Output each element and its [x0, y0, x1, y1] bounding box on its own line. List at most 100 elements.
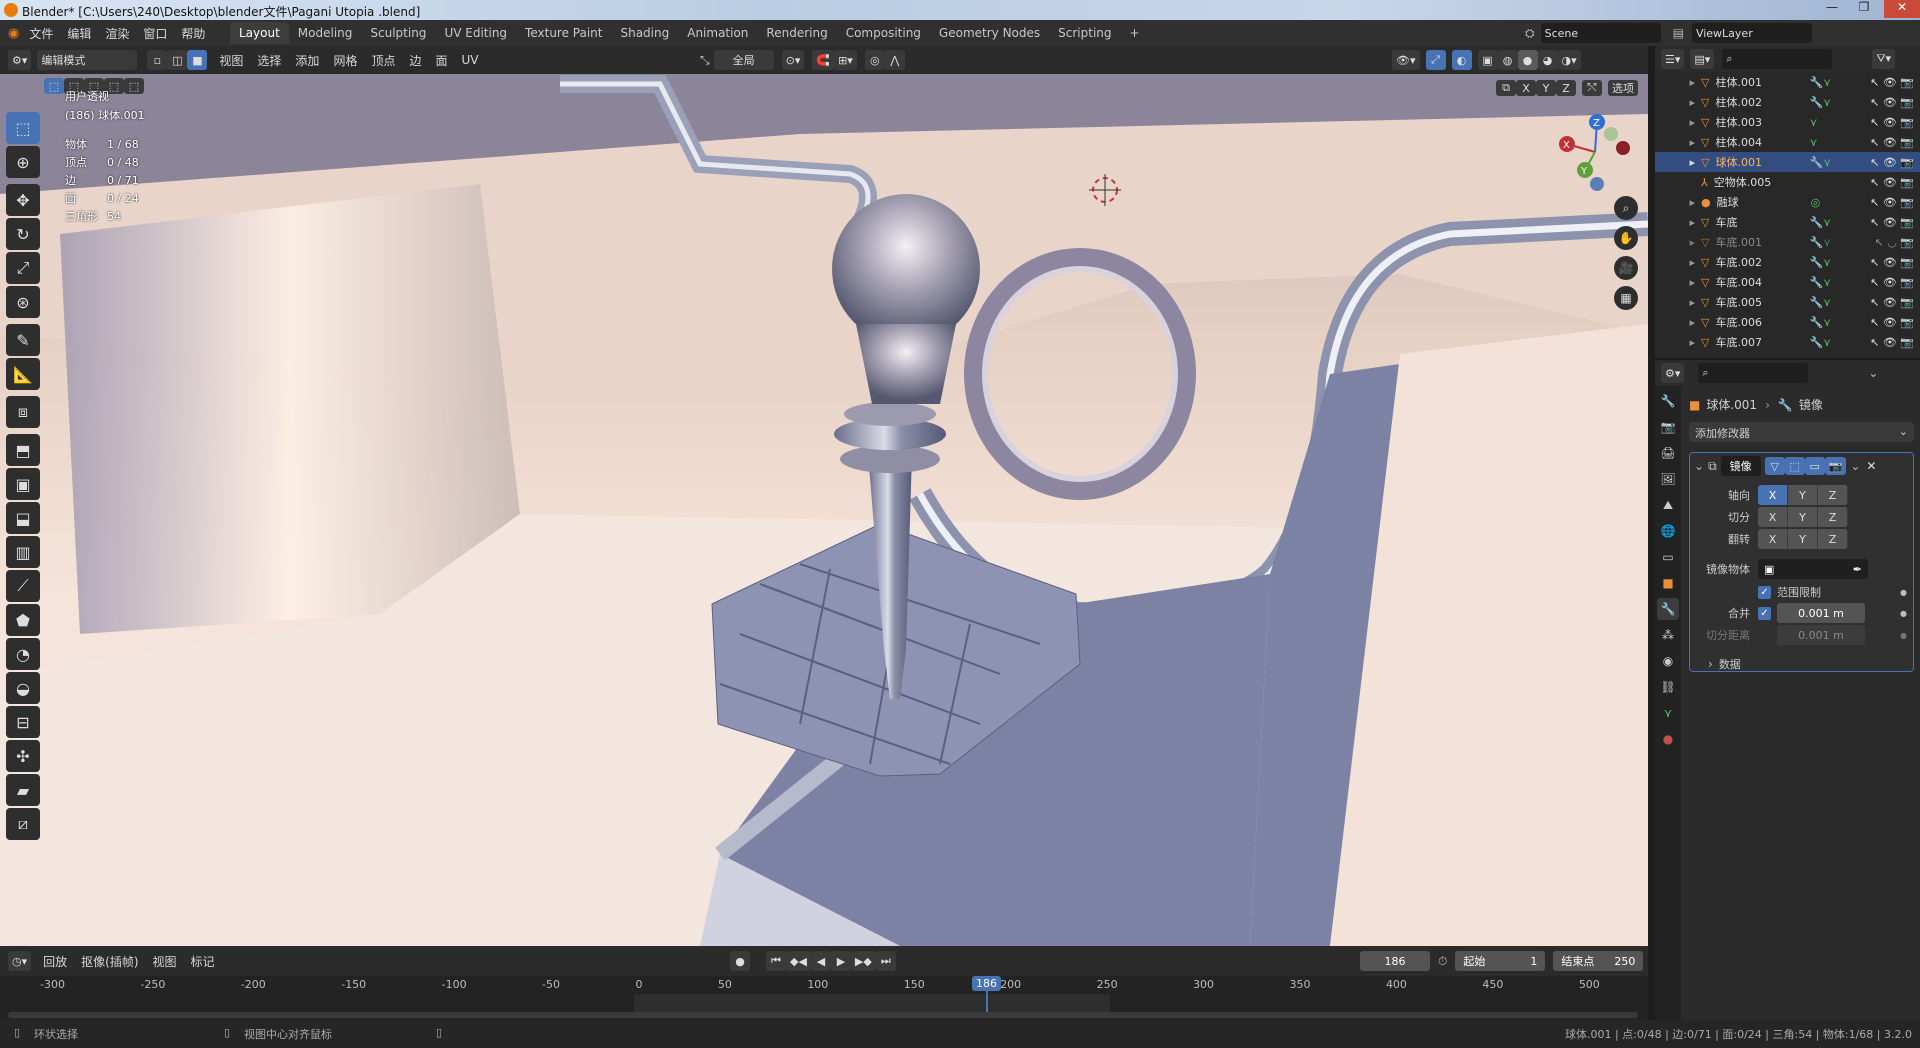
current-frame-field[interactable]: 186: [1360, 951, 1430, 971]
menu-add[interactable]: 添加: [295, 52, 319, 69]
filter-icon[interactable]: ⛛▾: [1872, 49, 1896, 69]
annotate-icon[interactable]: ✎: [6, 324, 40, 356]
collection-tab-icon[interactable]: ▭: [1657, 546, 1679, 568]
visibility-toggles[interactable]: ↖ 👁 📷: [1870, 336, 1914, 349]
falloff-icon[interactable]: ⋀: [884, 50, 905, 70]
visibility-toggles[interactable]: ↖ 👁 📷: [1870, 156, 1914, 169]
outliner-row[interactable]: ▸ ▽ 车底.006 🔧 ⋎ ↖ 👁 📷: [1655, 312, 1920, 332]
cursor-icon[interactable]: ⊕: [6, 146, 40, 178]
expand-arrow-icon[interactable]: ▸: [1655, 196, 1695, 209]
bevel-icon[interactable]: ⬓: [6, 502, 40, 534]
poly-build-icon[interactable]: ⬟: [6, 604, 40, 636]
tab-animation[interactable]: Animation: [678, 22, 757, 44]
edge-slide-icon[interactable]: ⊟: [6, 706, 40, 738]
outliner-item-name[interactable]: 柱体.002: [1715, 94, 1795, 110]
collapse-arrow-icon[interactable]: ⌄: [1694, 459, 1704, 473]
record-icon[interactable]: ●: [730, 951, 750, 971]
tab-uv-editing[interactable]: UV Editing: [435, 22, 516, 44]
expand-arrow-icon[interactable]: ▸: [1655, 276, 1695, 289]
outliner-row[interactable]: ⅄ 空物体.005 ↖ 👁 📷: [1655, 172, 1920, 192]
extrude-icon[interactable]: ⬒: [6, 434, 40, 466]
properties-search-input[interactable]: ⌕: [1698, 363, 1809, 383]
visibility-toggles[interactable]: ↖ 👁 📷: [1870, 176, 1914, 189]
properties-options-icon[interactable]: ⌄: [1868, 366, 1878, 380]
mirror-icon[interactable]: ⧉: [1496, 80, 1516, 96]
visibility-toggles[interactable]: ↖ 👁 📷: [1870, 316, 1914, 329]
data-tab-icon[interactable]: ⋎: [1657, 702, 1679, 724]
outliner-row[interactable]: ▸ ▽ 车底.007 🔧 ⋎ ↖ 👁 📷: [1655, 332, 1920, 352]
visibility-toggles[interactable]: ↖ ◡ 📷: [1874, 236, 1914, 249]
end-frame-field[interactable]: 结束点 250: [1553, 951, 1644, 971]
visibility-toggles[interactable]: ↖ 👁 📷: [1870, 256, 1914, 269]
jump-end-icon[interactable]: ⏭: [875, 951, 896, 971]
expand-arrow-icon[interactable]: ▸: [1655, 156, 1695, 169]
outliner-item-name[interactable]: 融球: [1717, 194, 1797, 210]
menu-file[interactable]: 文件: [29, 25, 53, 42]
mirror-x-toggle[interactable]: X: [1516, 80, 1536, 96]
orientation-selector[interactable]: 全局: [713, 50, 774, 70]
constraints-tab-icon[interactable]: ⛓: [1657, 676, 1679, 698]
menu-uv[interactable]: UV: [462, 53, 479, 67]
outliner-row[interactable]: ▸ ▽ 车底 🔧 ⋎ ↖ 👁 📷: [1655, 212, 1920, 232]
outliner-search-input[interactable]: ⌕: [1722, 49, 1833, 69]
minimize-button[interactable]: —: [1818, 0, 1846, 18]
render-icon[interactable]: 📷: [1824, 457, 1847, 475]
wireframe-shading-icon[interactable]: ◍: [1497, 50, 1518, 70]
measure-icon[interactable]: 📐: [6, 358, 40, 390]
scene-selector[interactable]: Scene: [1540, 23, 1661, 43]
knife-icon[interactable]: ⟋: [6, 570, 40, 602]
view-layer-tab-icon[interactable]: 🖼: [1657, 468, 1679, 490]
bisect-x-toggle[interactable]: X: [1758, 507, 1788, 527]
outliner-item-name[interactable]: 空物体.005: [1714, 174, 1794, 190]
auto-merge-icon[interactable]: ⤲: [1582, 80, 1602, 96]
flip-y-toggle[interactable]: Y: [1788, 529, 1818, 549]
3d-viewport[interactable]: ⬚ ⬚ ⬚ ⬚ ⬚ 用户透视 (186) 球体.001 物体 1 / 68 顶点 0…: [0, 74, 1648, 946]
expand-arrow-icon[interactable]: ▸: [1655, 116, 1695, 129]
tab-compositing[interactable]: Compositing: [837, 22, 930, 44]
display-mode-icon[interactable]: ▤▾: [1690, 49, 1715, 69]
axis-y-toggle[interactable]: Y: [1788, 485, 1818, 505]
outliner-item-name[interactable]: 车底.002: [1715, 254, 1795, 270]
particles-tab-icon[interactable]: ⁂: [1657, 624, 1679, 646]
menu-window[interactable]: 窗口: [143, 25, 167, 42]
transform-icon[interactable]: ⊛: [6, 286, 40, 318]
outliner-item-name[interactable]: 车底.005: [1715, 294, 1795, 310]
add-modifier-dropdown[interactable]: 添加修改器 ⌄: [1689, 422, 1914, 442]
playback-menu[interactable]: 回放: [43, 953, 67, 970]
outliner-row[interactable]: ▸ ▽ 柱体.001 🔧 ⋎ ↖ 👁 📷: [1655, 72, 1920, 92]
visibility-toggles[interactable]: ↖ 👁 📷: [1870, 76, 1914, 89]
playhead-label[interactable]: 186: [972, 976, 1001, 991]
select-new-icon[interactable]: ⬚: [44, 78, 64, 94]
timeline-scrollbar[interactable]: [8, 1012, 1638, 1018]
prev-keyframe-icon[interactable]: ◆◀: [786, 951, 811, 971]
material-tab-icon[interactable]: ●: [1657, 728, 1679, 750]
outliner-row[interactable]: ▸ ▽ 车底.001 🔧 ⋎ ↖ ◡ 📷: [1655, 232, 1920, 252]
remove-modifier-icon[interactable]: ✕: [1866, 459, 1876, 473]
smooth-icon[interactable]: ◒: [6, 672, 40, 704]
menu-view[interactable]: 视图: [219, 52, 243, 69]
expand-arrow-icon[interactable]: ▸: [1655, 316, 1695, 329]
expand-arrow-icon[interactable]: ›: [1708, 657, 1713, 671]
move-icon[interactable]: ✥: [6, 184, 40, 216]
eyedropper-icon[interactable]: ✒: [1853, 563, 1862, 576]
axis-z-toggle[interactable]: Z: [1818, 485, 1848, 505]
rip-icon[interactable]: ⧄: [6, 808, 40, 840]
data-subpanel-label[interactable]: 数据: [1719, 656, 1741, 672]
add-workspace-button[interactable]: +: [1121, 22, 1149, 44]
world-tab-icon[interactable]: 🌐: [1657, 520, 1679, 542]
clipping-checkbox[interactable]: ✓: [1758, 585, 1771, 599]
tab-geometry-nodes[interactable]: Geometry Nodes: [930, 22, 1049, 44]
mirror-y-toggle[interactable]: Y: [1536, 80, 1556, 96]
next-keyframe-icon[interactable]: ▶◆: [850, 951, 876, 971]
blender-menu-icon[interactable]: ◉: [8, 26, 19, 41]
edge-select-icon[interactable]: ◫: [167, 50, 188, 70]
keying-menu[interactable]: 抠像(插帧): [81, 953, 138, 970]
properties-editor-icon[interactable]: ⚙▾: [1661, 363, 1685, 383]
outliner-item-name[interactable]: 球体.001: [1715, 154, 1795, 170]
outliner-row[interactable]: ▸ ● 融球 ◎ ↖ 👁 📷: [1655, 192, 1920, 212]
timeline-editor-icon[interactable]: ◷▾: [8, 951, 32, 971]
snap-icon[interactable]: 🧲: [812, 50, 835, 70]
solid-shading-icon[interactable]: ●: [1517, 50, 1538, 70]
expand-arrow-icon[interactable]: ▸: [1655, 136, 1695, 149]
keyframe-dot-icon[interactable]: ●: [1900, 609, 1907, 618]
